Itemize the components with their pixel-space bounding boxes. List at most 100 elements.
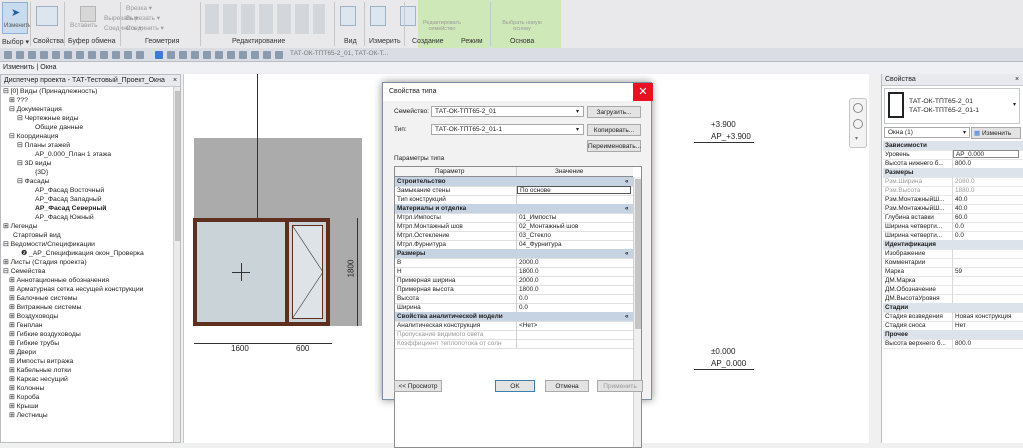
tree-item[interactable]: ⊞ Гибкие трубы: [9, 340, 59, 348]
tree-item[interactable]: ⊞ Колонны: [9, 385, 44, 393]
tree-item[interactable]: ❷ _АР_Спецификация окон_Проверка: [21, 250, 144, 258]
param-value[interactable]: АР_0.000: [953, 150, 1019, 158]
dialog-titlebar[interactable]: Свойства типа: [383, 83, 651, 101]
tree-item[interactable]: ⊟ Координация: [9, 133, 58, 141]
col-param-header[interactable]: Параметр: [435, 167, 464, 176]
tree-item[interactable]: ⊟ Планы этажей: [17, 142, 70, 150]
section-icon[interactable]: [112, 51, 120, 59]
param-value[interactable]: 01_Импосты: [519, 213, 556, 222]
view-icon[interactable]: [340, 6, 356, 26]
print-icon[interactable]: [52, 51, 60, 59]
tree-item[interactable]: ⊞ Листы (Стадия проекта): [3, 259, 87, 267]
param-value[interactable]: Нет: [955, 321, 966, 330]
view-tab[interactable]: ТАТ-ОК-ТПТ65-2_01, ТАТ-ОК-Т...: [290, 50, 388, 57]
tree-item[interactable]: ⊟ Семейства: [3, 268, 45, 276]
load-button[interactable]: Загрузить...: [587, 106, 641, 118]
tag-icon[interactable]: [88, 51, 96, 59]
param-value[interactable]: 59: [955, 267, 962, 276]
modify-button[interactable]: ➤ Изменить: [2, 2, 31, 34]
scroll-thumb[interactable]: [635, 179, 641, 329]
tree-item[interactable]: ⊞ Крыши: [9, 403, 38, 411]
tree-item[interactable]: ⊞ Гибкие воздуховоды: [9, 331, 81, 339]
param-value[interactable]: 40.0: [955, 195, 967, 204]
tree-item[interactable]: ⊞ ???: [9, 97, 28, 105]
col-value-header[interactable]: Значение: [555, 167, 583, 176]
param-value[interactable]: 40.0: [955, 204, 967, 213]
measure-icon[interactable]: [370, 6, 386, 26]
param-value[interactable]: <Нет>: [519, 321, 537, 330]
undo-icon[interactable]: [28, 51, 36, 59]
paste-icon[interactable]: [80, 6, 96, 22]
ok-button[interactable]: OK: [495, 380, 535, 392]
tree-item[interactable]: ⊟ Чертежные виды: [17, 115, 78, 123]
tree-item[interactable]: ⊞ Лестницы: [9, 412, 48, 420]
close-icon[interactable]: ×: [1015, 74, 1019, 85]
tree-item[interactable]: {3D}: [35, 169, 48, 177]
toolbar-icon[interactable]: [167, 51, 175, 59]
save-icon[interactable]: [16, 51, 24, 59]
navigation-bar[interactable]: ▾: [849, 98, 867, 148]
param-value[interactable]: 2000.0: [519, 276, 539, 285]
toolbar-icon[interactable]: [275, 51, 283, 59]
param-value[interactable]: 1800.0: [519, 285, 539, 294]
browser-scrollbar[interactable]: [173, 87, 180, 442]
tree-item[interactable]: ⊞ Каркас несущий: [9, 376, 68, 384]
tree-item[interactable]: ⊞ Воздуховоды: [9, 313, 58, 321]
zoom-dropdown-icon[interactable]: ▾: [855, 135, 858, 142]
tree-item[interactable]: ⊞ Аннотационные обозначения: [9, 277, 109, 285]
param-value[interactable]: 60.0: [955, 213, 967, 222]
toolbar-icon[interactable]: [251, 51, 259, 59]
param-value[interactable]: 1880.0: [955, 186, 975, 195]
edit-tools-icons[interactable]: [205, 4, 325, 34]
instance-filter-select[interactable]: Окна (1) ▾: [884, 127, 970, 138]
pick-new-host-button[interactable]: Выбрать новую основу: [500, 20, 544, 32]
grid-scrollbar[interactable]: [633, 177, 641, 447]
properties-icon[interactable]: [36, 6, 58, 26]
param-value[interactable]: 0.0: [955, 222, 964, 231]
tree-item[interactable]: ⊟ Документация: [9, 106, 62, 114]
scroll-thumb[interactable]: [175, 91, 180, 241]
tree-item[interactable]: ⊞ Импосты витража: [9, 358, 73, 366]
toolbar-icon[interactable]: [191, 51, 199, 59]
tree-item[interactable]: ⊟ Фасады: [17, 178, 50, 186]
param-value[interactable]: 03_Стекло: [519, 231, 551, 240]
tree-item[interactable]: ⊟ Ведомости/Спецификации: [3, 241, 95, 249]
text-icon[interactable]: [76, 51, 84, 59]
tree-item[interactable]: АР_0.000_План 1 этажа: [35, 151, 111, 159]
tree-item-selected[interactable]: АР_Фасад Северный: [35, 205, 106, 213]
open-icon[interactable]: [4, 51, 12, 59]
tree-item[interactable]: ⊞ Короба: [9, 394, 39, 402]
redo-icon[interactable]: [40, 51, 48, 59]
copy-button[interactable]: Копировать...: [587, 124, 641, 136]
type-selector[interactable]: ТАТ-ОК-ТПТ65-2_01 ТАТ-ОК-ТПТ65-2_01-1 ▾: [884, 88, 1020, 124]
param-value[interactable]: Новая конструкция: [955, 312, 1012, 321]
param-value[interactable]: 04_Фурнитура: [519, 240, 562, 249]
geometry-cut[interactable]: Врезка ▾: [126, 4, 152, 12]
param-value[interactable]: 2080.0: [955, 177, 975, 186]
tree-item[interactable]: ⊞ Балочные системы: [9, 295, 77, 303]
close-hidden-icon[interactable]: [136, 51, 144, 59]
param-value[interactable]: 0.0: [519, 294, 528, 303]
param-value[interactable]: 0.0: [955, 231, 964, 240]
table-row[interactable]: Высота верхнего б... 800.0: [883, 339, 1023, 349]
geometry-cut2[interactable]: Вырезать ▾: [126, 14, 160, 22]
param-value[interactable]: 800.0: [955, 159, 971, 168]
chevron-down-icon[interactable]: ▾: [1013, 101, 1016, 108]
rename-button[interactable]: Переименовать...: [587, 140, 641, 152]
tree-item-views[interactable]: ⊟ [0] Виды (Принадлежность): [3, 88, 97, 96]
tree-item[interactable]: Общие данные: [35, 124, 83, 132]
cancel-button[interactable]: Отмена: [545, 380, 589, 392]
toolbar-icon[interactable]: [215, 51, 223, 59]
tree-item[interactable]: ⊞ Кабельные лотки: [9, 367, 71, 375]
dialog-close-button[interactable]: ✕: [633, 83, 653, 101]
group-select[interactable]: Выбор ▾: [2, 38, 29, 46]
tree-item[interactable]: ⊞ Двери: [9, 349, 36, 357]
create-icon[interactable]: [400, 6, 416, 26]
tree-item[interactable]: ⊞ Витражные системы: [9, 304, 81, 312]
zoom-icon[interactable]: [853, 119, 863, 129]
tree-item[interactable]: АР_Фасад Западный: [35, 196, 102, 204]
tree-item[interactable]: ⊞ Арматурная сетка несущей конструкции: [9, 286, 143, 294]
param-value[interactable]: 2000.0: [519, 258, 539, 267]
param-value[interactable]: 1800.0: [519, 267, 539, 276]
steering-wheel-icon[interactable]: [853, 103, 863, 113]
